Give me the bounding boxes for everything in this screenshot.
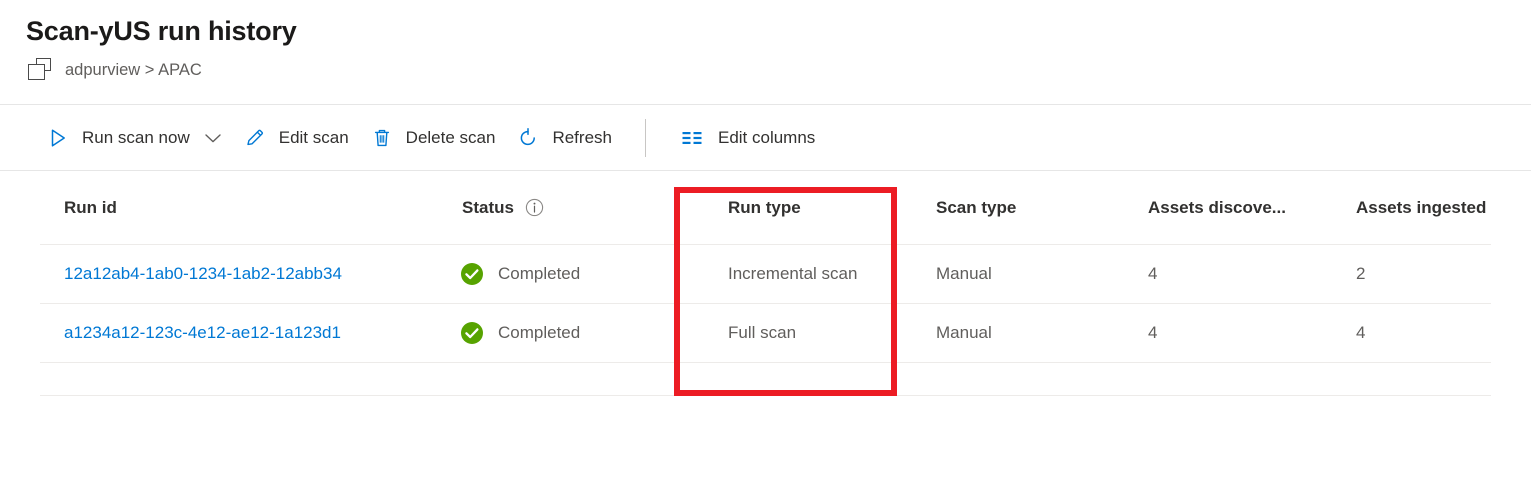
column-header-status-label: Status — [462, 197, 514, 217]
cell-assets-discovered: 4 — [1124, 244, 1332, 304]
trash-icon — [374, 129, 389, 146]
edit-columns-button[interactable]: Edit columns — [668, 116, 826, 160]
status-label: Completed — [498, 264, 581, 283]
run-scan-now-button[interactable]: Run scan now — [36, 116, 233, 160]
edit-columns-label: Edit columns — [717, 127, 816, 147]
check-circle-icon — [461, 322, 483, 344]
table-row[interactable]: a1234a12-123c-4e12-ae12-1a123d1 Complete… — [40, 303, 1491, 363]
table-empty-row — [40, 362, 1491, 396]
cell-scan-type: Manual — [912, 303, 1124, 363]
refresh-label: Refresh — [552, 127, 612, 147]
breadcrumb-path: adpurview > APAC — [65, 61, 202, 79]
column-header-scan-type[interactable]: Scan type — [912, 171, 1124, 245]
run-history-table: Run id Status Run type Scan type Assets … — [0, 171, 1531, 396]
scan-type-value: Manual — [936, 264, 992, 283]
cell-run-type: Full scan — [704, 303, 912, 363]
cell-run-type: Incremental scan — [704, 244, 912, 304]
cell-status: Completed — [438, 244, 704, 304]
edit-scan-label: Edit scan — [278, 127, 349, 147]
info-icon[interactable] — [525, 198, 544, 217]
page-title: Scan-yUS run history — [26, 16, 297, 46]
table-header-row: Run id Status Run type Scan type Assets … — [40, 171, 1491, 245]
toolbar-divider — [644, 118, 646, 157]
cell-run-id: 12a12ab4-1ab0-1234-1ab2-12abb34 — [40, 244, 438, 304]
run-scan-now-label: Run scan now — [82, 127, 190, 147]
assets-discovered-value: 4 — [1148, 323, 1158, 342]
command-bar: Run scan now Edit scan Delete scan Refre… — [0, 105, 1531, 170]
refresh-icon — [521, 127, 536, 145]
chevron-down-icon[interactable] — [204, 132, 222, 144]
breadcrumb: adpurview > APAC — [26, 57, 1531, 83]
column-header-run-type[interactable]: Run type — [704, 171, 912, 245]
scan-type-value: Manual — [936, 323, 992, 342]
run-type-value: Incremental scan — [728, 264, 858, 283]
cell-assets-discovered: 4 — [1124, 303, 1332, 363]
run-id-link[interactable]: 12a12ab4-1ab0-1234-1ab2-12abb34 — [64, 264, 342, 284]
assets-discovered-value: 4 — [1148, 264, 1158, 283]
play-icon — [51, 128, 65, 147]
assets-ingested-value: 2 — [1356, 264, 1366, 283]
delete-scan-label: Delete scan — [405, 127, 496, 147]
pencil-icon — [247, 129, 263, 145]
run-type-value: Full scan — [728, 323, 797, 342]
column-header-run-id[interactable]: Run id — [40, 171, 438, 245]
column-header-run-id-label: Run id — [64, 197, 117, 217]
check-circle-icon — [461, 263, 483, 285]
cell-assets-ingested: 4 — [1332, 303, 1491, 363]
edit-columns-icon — [682, 131, 702, 144]
column-header-run-type-label: Run type — [728, 197, 801, 217]
column-header-scan-type-label: Scan type — [936, 197, 1017, 217]
run-id-link[interactable]: a1234a12-123c-4e12-ae12-1a123d1 — [64, 323, 341, 343]
column-header-assets-ingested-label: Assets ingested — [1356, 197, 1487, 217]
cell-scan-type: Manual — [912, 244, 1124, 304]
column-header-assets-discovered[interactable]: Assets discove... — [1124, 171, 1332, 245]
column-header-status[interactable]: Status — [438, 171, 704, 245]
page-header: Scan-yUS run history adpurview > APAC — [0, 0, 1531, 83]
assets-ingested-value: 4 — [1356, 323, 1366, 342]
column-header-assets-ingested[interactable]: Assets ingested — [1332, 171, 1491, 245]
cell-assets-ingested: 2 — [1332, 244, 1491, 304]
column-header-assets-discovered-label: Assets discove... — [1148, 197, 1286, 217]
status-label: Completed — [498, 323, 581, 342]
table-row[interactable]: 12a12ab4-1ab0-1234-1ab2-12abb34 Complete… — [40, 244, 1491, 304]
delete-scan-button[interactable]: Delete scan — [360, 116, 507, 160]
edit-scan-button[interactable]: Edit scan — [233, 116, 360, 160]
cell-run-id: a1234a12-123c-4e12-ae12-1a123d1 — [40, 303, 438, 363]
refresh-button[interactable]: Refresh — [506, 116, 623, 160]
collection-icon — [26, 57, 56, 83]
cell-status: Completed — [438, 303, 704, 363]
